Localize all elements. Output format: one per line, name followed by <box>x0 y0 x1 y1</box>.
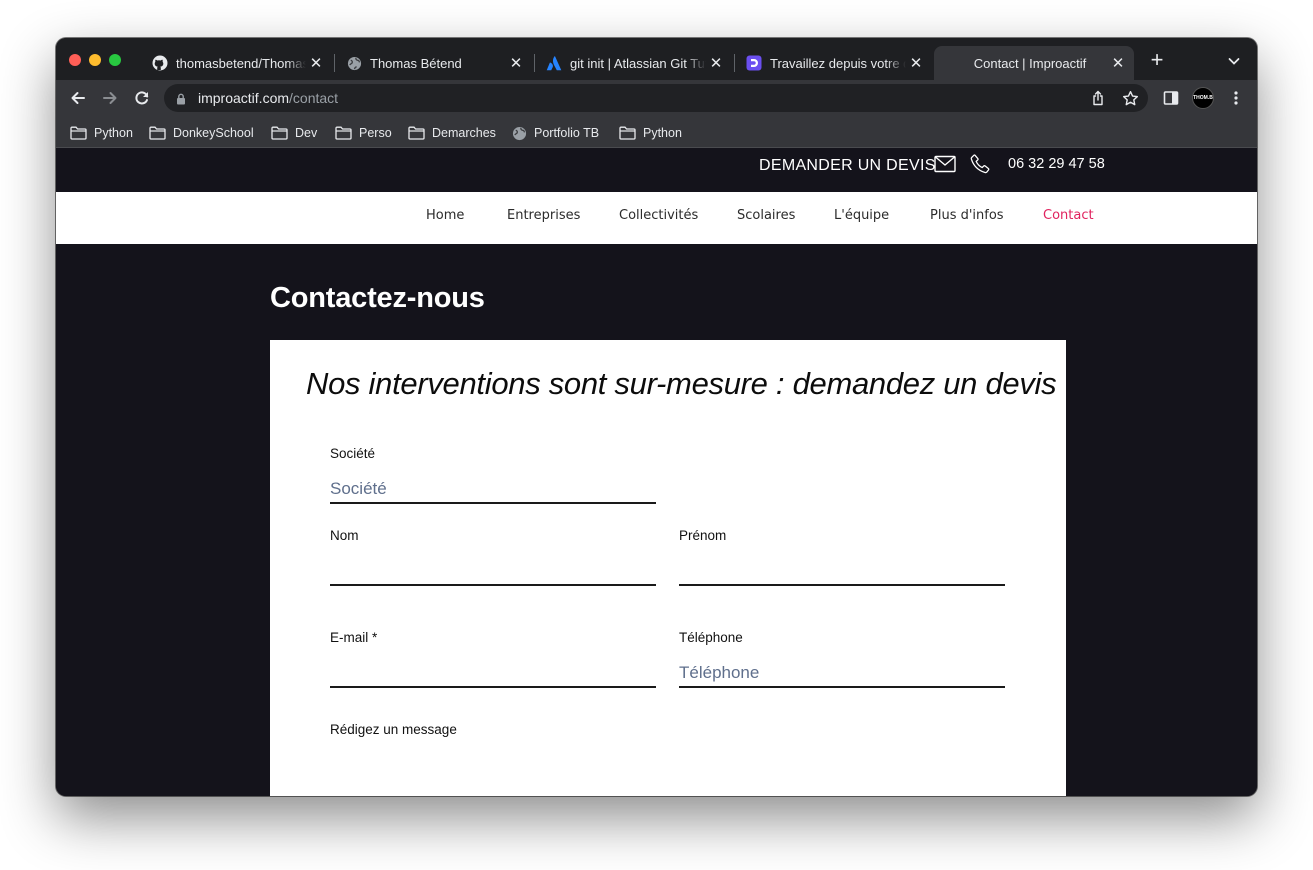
request-quote-link[interactable]: DEMANDER UN DEVIS <box>759 157 936 175</box>
close-window-button[interactable] <box>69 54 81 66</box>
phone-icon[interactable] <box>969 153 991 180</box>
folder-icon <box>271 126 288 140</box>
bookmark-donkeyschool[interactable]: DonkeySchool <box>149 124 254 142</box>
url-text: improactif.com/contact <box>198 90 338 106</box>
close-icon[interactable]: ✕ <box>1108 53 1128 73</box>
tab-separator <box>534 54 535 72</box>
email-label: E-mail * <box>330 630 378 645</box>
bookmark-portfolio-tb[interactable]: Portfolio TB <box>512 124 599 142</box>
forward-arrow-icon[interactable] <box>99 87 121 109</box>
web-page: DEMANDER UN DEVIS 06 32 29 47 58 Home En… <box>56 149 1257 796</box>
bookmark-label: Dev <box>295 126 318 140</box>
profile-avatar[interactable]: THOM.B <box>1192 87 1214 109</box>
github-icon <box>152 55 168 71</box>
tab-thomas-betend[interactable]: Thomas Bétend ✕ <box>336 46 532 80</box>
nav-home[interactable]: Home <box>426 208 464 223</box>
bookmark-label: Portfolio TB <box>534 126 600 140</box>
prenom-label: Prénom <box>679 528 727 543</box>
site-topbar: DEMANDER UN DEVIS 06 32 29 47 58 <box>56 149 1257 192</box>
tab-title: Travaillez depuis votre domicile <box>770 55 906 71</box>
tab-title: Thomas Bétend <box>370 55 462 71</box>
nav-collectivites[interactable]: Collectivités <box>619 208 698 223</box>
email-input[interactable] <box>330 660 656 688</box>
nav-equipe[interactable]: L'équipe <box>834 208 889 223</box>
nav-scolaires[interactable]: Scolaires <box>737 208 795 223</box>
maximize-window-button[interactable] <box>109 54 121 66</box>
tab-atlassian[interactable]: git init | Atlassian Git Tutorial ✕ <box>536 46 732 80</box>
tab-github[interactable]: thomasbetend/ThomasBetend ✕ <box>142 46 332 80</box>
close-icon[interactable]: ✕ <box>506 53 526 73</box>
lock-icon <box>176 92 186 110</box>
page-title: Contactez-nous <box>270 282 485 314</box>
nom-input[interactable] <box>330 558 656 586</box>
folder-icon <box>619 126 636 140</box>
browser-toolbar: improactif.com/contact THOM.B <box>56 80 1257 116</box>
societe-label: Société <box>330 446 376 461</box>
browser-window: thomasbetend/ThomasBetend ✕ Thomas Béten… <box>56 38 1257 796</box>
nom-label: Nom <box>330 528 359 543</box>
side-panel-icon[interactable] <box>1160 87 1182 109</box>
app-d-icon <box>746 55 762 71</box>
tab-travaillez[interactable]: Travaillez depuis votre domicile ✕ <box>736 46 932 80</box>
bookmark-python[interactable]: Python <box>70 124 133 142</box>
new-tab-button[interactable]: + <box>1147 49 1167 71</box>
telephone-input[interactable] <box>679 660 1005 688</box>
mail-icon[interactable] <box>934 155 956 178</box>
folder-icon <box>70 126 87 140</box>
bookmark-label: DonkeySchool <box>173 126 254 140</box>
bookmark-label: Demarches <box>432 126 496 140</box>
close-icon[interactable]: ✕ <box>706 53 726 73</box>
share-icon[interactable] <box>1089 89 1107 107</box>
tab-separator <box>734 54 735 72</box>
tab-title: thomasbetend/ThomasBetend <box>176 55 306 71</box>
address-bar[interactable]: improactif.com/contact <box>164 84 1148 112</box>
phone-number[interactable]: 06 32 29 47 58 <box>1008 156 1105 172</box>
folder-icon <box>408 126 425 140</box>
more-options-icon[interactable] <box>1225 87 1247 109</box>
globe-icon <box>346 55 362 71</box>
url-path: /contact <box>289 90 339 106</box>
telephone-label: Téléphone <box>679 630 743 645</box>
bookmarks-bar: Python DonkeySchool Dev Perso Demarches … <box>56 116 1257 148</box>
reload-icon[interactable] <box>131 87 153 109</box>
folder-icon <box>149 126 166 140</box>
nav-plus-infos[interactable]: Plus d'infos <box>930 208 1004 223</box>
prenom-input[interactable] <box>679 558 1005 586</box>
nav-entreprises[interactable]: Entreprises <box>507 208 580 223</box>
bookmark-perso[interactable]: Perso <box>335 124 392 142</box>
tab-strip: thomasbetend/ThomasBetend ✕ Thomas Béten… <box>56 38 1257 80</box>
atlassian-icon <box>546 55 562 71</box>
tab-contact-improactif[interactable]: Contact | Improactif ✕ <box>934 46 1134 80</box>
nav-contact[interactable]: Contact <box>1043 208 1094 223</box>
close-icon[interactable]: ✕ <box>306 53 326 73</box>
message-label: Rédigez un message <box>330 722 457 737</box>
bookmark-dev[interactable]: Dev <box>271 124 317 142</box>
bookmark-star-icon[interactable] <box>1121 89 1139 107</box>
bookmark-demarches[interactable]: Demarches <box>408 124 496 142</box>
bookmark-label: Perso <box>359 126 392 140</box>
societe-input[interactable] <box>330 476 656 504</box>
minimize-window-button[interactable] <box>89 54 101 66</box>
url-domain: improactif.com <box>198 90 290 106</box>
bookmark-python-2[interactable]: Python <box>619 124 682 142</box>
tab-separator <box>334 54 335 72</box>
site-nav: Home Entreprises Collectivités Scolaires… <box>56 192 1257 244</box>
globe-icon <box>512 126 527 140</box>
contact-form-card: Nos interventions sont sur-mesure : dema… <box>270 340 1066 796</box>
tab-title: Contact | Improactif <box>973 55 1087 71</box>
back-arrow-icon[interactable] <box>67 87 89 109</box>
bookmark-label: Python <box>643 126 682 140</box>
folder-icon <box>335 126 352 140</box>
bookmark-label: Python <box>94 126 133 140</box>
chevron-down-icon[interactable] <box>1226 53 1242 69</box>
tab-title: git init | Atlassian Git Tutorial <box>570 55 706 71</box>
close-icon[interactable]: ✕ <box>906 53 926 73</box>
form-title: Nos interventions sont sur-mesure : dema… <box>306 366 1057 401</box>
